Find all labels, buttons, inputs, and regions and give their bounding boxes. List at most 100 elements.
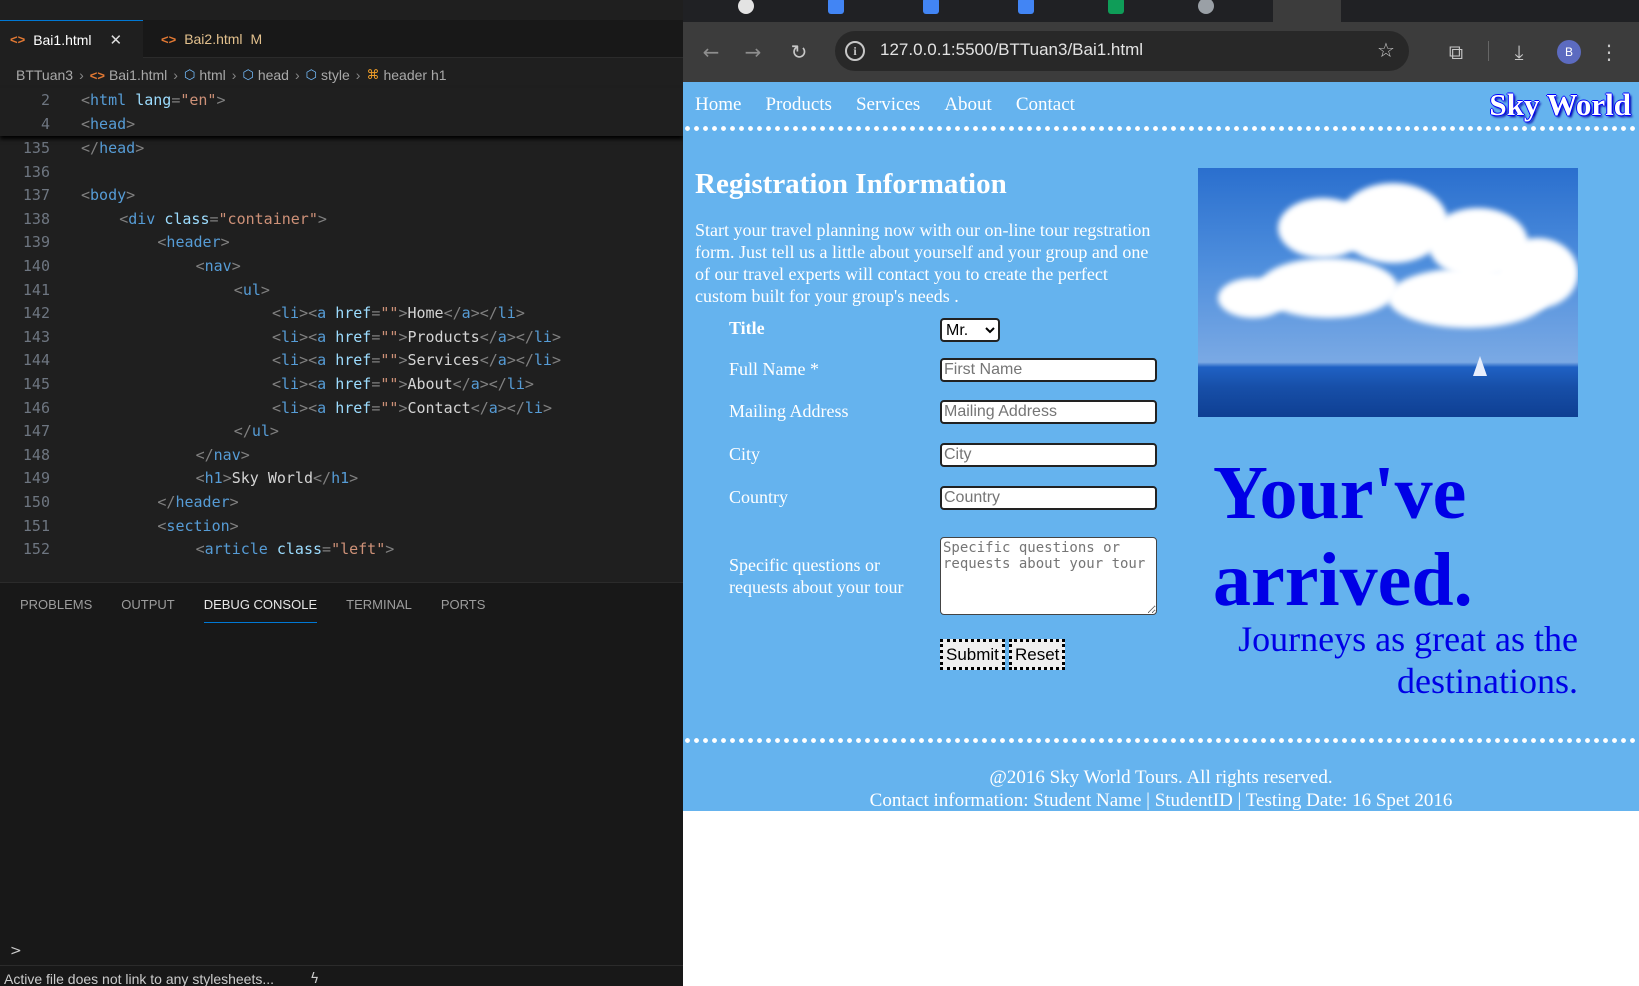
code-editor[interactable]: 135 </head> 136 137 <body> 138 <div class="con… bbox=[0, 133, 683, 579]
line-content: <header> bbox=[157, 233, 230, 252]
line-number: 148 bbox=[22, 445, 50, 464]
code-line[interactable]: 145 <li><a href="">About</a></li> bbox=[0, 373, 683, 397]
address-bar[interactable]: i 127.0.0.1:5500/BTTuan3/Bai1.html ☆ bbox=[835, 31, 1409, 71]
line-content: </ul> bbox=[233, 422, 279, 441]
selector-icon: ⌘ bbox=[366, 67, 380, 82]
code-line[interactable]: 152 <article class="left"> bbox=[0, 538, 683, 562]
breadcrumb-item[interactable]: ⬡ head bbox=[242, 67, 289, 83]
forward-icon[interactable]: → bbox=[739, 38, 767, 66]
line-number: 136 bbox=[22, 162, 50, 181]
back-icon[interactable]: ← bbox=[697, 38, 725, 66]
more-menu-icon[interactable]: ⋮ bbox=[1595, 38, 1623, 66]
sticky-scroll[interactable]: 2 <html lang="en"> 4 <head> bbox=[0, 88, 683, 136]
nav-link-home[interactable]: Home bbox=[695, 94, 741, 116]
code-line[interactable]: 143 <li><a href="">Products</a></li> bbox=[0, 326, 683, 350]
info-icon[interactable]: i bbox=[845, 41, 865, 61]
code-line[interactable]: 137 <body> bbox=[0, 184, 683, 208]
code-line[interactable]: 135 </head> bbox=[0, 137, 683, 161]
code-line[interactable]: 150 </header> bbox=[0, 491, 683, 515]
breadcrumb-item[interactable]: <> Bai1.html bbox=[90, 67, 168, 83]
active-browser-tab[interactable] bbox=[1273, 0, 1341, 22]
panel-tabs: PROBLEMS OUTPUT DEBUG CONSOLE TERMINAL PORTS bbox=[0, 595, 494, 625]
country-input[interactable] bbox=[940, 486, 1157, 510]
tab-bai1[interactable]: <> Bai1.html ✕ bbox=[0, 20, 143, 58]
line-content: </nav> bbox=[195, 445, 250, 464]
line-number: 143 bbox=[22, 327, 50, 346]
sailboat-shape bbox=[1473, 356, 1487, 376]
code-line[interactable]: 138 <div class="container"> bbox=[0, 208, 683, 232]
panel-tab[interactable]: OUTPUT bbox=[121, 595, 174, 623]
chevron-right-icon: › bbox=[231, 67, 237, 83]
lightning-icon[interactable]: ϟ bbox=[310, 971, 319, 986]
code-line[interactable]: 4 <head> bbox=[0, 113, 683, 137]
browser-tab[interactable] bbox=[923, 0, 947, 21]
panel-tab[interactable]: PORTS bbox=[441, 595, 486, 623]
html-file-icon: <> bbox=[89, 67, 105, 83]
docs-icon bbox=[1018, 0, 1034, 14]
tab-favicon-icon bbox=[1198, 0, 1214, 14]
menu-bar[interactable] bbox=[0, 0, 683, 10]
breadcrumb-label: header h1 bbox=[383, 67, 447, 83]
browser-tab[interactable] bbox=[738, 0, 762, 21]
code-line[interactable]: 139 <header> bbox=[0, 231, 683, 255]
extensions-icon[interactable]: ⧉ bbox=[1442, 38, 1470, 66]
download-icon[interactable]: ⤓ bbox=[1505, 38, 1533, 66]
nav-link-products[interactable]: Products bbox=[765, 94, 832, 116]
breadcrumb-item[interactable]: ⌘ header h1 bbox=[366, 67, 446, 83]
code-line[interactable]: 151 <section> bbox=[0, 515, 683, 539]
breadcrumb-label: style bbox=[321, 67, 350, 83]
url-text[interactable]: 127.0.0.1:5500/BTTuan3/Bai1.html bbox=[880, 40, 1143, 60]
code-line[interactable]: 142 <li><a href="">Home</a></li> bbox=[0, 302, 683, 326]
tab-strip bbox=[683, 0, 1639, 22]
code-line[interactable]: 136 bbox=[0, 161, 683, 185]
reload-icon[interactable]: ↻ bbox=[785, 38, 813, 66]
browser-tab[interactable] bbox=[1198, 0, 1222, 21]
browser-tab[interactable] bbox=[828, 0, 852, 21]
code-line[interactable]: 148 </nav> bbox=[0, 444, 683, 468]
code-line[interactable]: 146 <li><a href="">Contact</a></li> bbox=[0, 397, 683, 421]
panel-tab[interactable]: PROBLEMS bbox=[20, 595, 92, 623]
line-content: <li><a href="">Services</a></li> bbox=[272, 351, 561, 370]
line-number: 147 bbox=[22, 422, 50, 441]
code-line[interactable]: 144 <li><a href="">Services</a></li> bbox=[0, 349, 683, 373]
line-content: <head> bbox=[81, 114, 136, 133]
city-input[interactable] bbox=[940, 443, 1157, 467]
line-content: <article class="left"> bbox=[195, 540, 395, 559]
first-name-input[interactable] bbox=[940, 358, 1157, 382]
status-message: Active file does not link to any stylesh… bbox=[4, 971, 275, 986]
nav-link-contact[interactable]: Contact bbox=[1016, 94, 1075, 116]
questions-textarea[interactable] bbox=[940, 537, 1157, 615]
line-content: <li><a href="">Contact</a></li> bbox=[272, 398, 552, 417]
nav-link-about[interactable]: About bbox=[944, 94, 992, 116]
code-line[interactable]: 147 </ul> bbox=[0, 420, 683, 444]
browser-tab[interactable] bbox=[1108, 0, 1132, 21]
mailing-address-input[interactable] bbox=[940, 400, 1157, 424]
code-line[interactable]: 141 <ul> bbox=[0, 279, 683, 303]
site-footer: @2016 Sky World Tours. All rights reserv… bbox=[683, 766, 1639, 811]
console-prompt[interactable]: > bbox=[10, 943, 22, 959]
submit-button[interactable]: Submit bbox=[940, 639, 1005, 670]
breadcrumb: BTTuan3 › <> Bai1.html › ⬡ html › ⬡ head › … bbox=[0, 62, 683, 88]
tab-favicon-icon bbox=[923, 0, 939, 14]
browser-tab[interactable] bbox=[1018, 0, 1042, 21]
tab-bai2[interactable]: <> Bai2.html M bbox=[151, 20, 291, 58]
chevron-right-icon: › bbox=[355, 67, 361, 83]
code-line[interactable]: 149 <h1>Sky World</h1> bbox=[0, 467, 683, 491]
panel-tab[interactable]: TERMINAL bbox=[346, 595, 412, 623]
panel-tab[interactable]: DEBUG CONSOLE bbox=[203, 595, 318, 623]
bookmark-star-icon[interactable]: ☆ bbox=[1377, 38, 1395, 62]
breadcrumb-item[interactable]: ⬡ html bbox=[184, 67, 226, 83]
breadcrumb-item[interactable]: ⬡ style bbox=[306, 67, 350, 83]
line-number: 141 bbox=[22, 280, 50, 299]
code-line[interactable]: 2 <html lang="en"> bbox=[0, 89, 683, 113]
code-line[interactable]: 140 <nav> bbox=[0, 255, 683, 279]
breadcrumb-item[interactable]: BTTuan3 bbox=[16, 67, 73, 83]
sheets-icon bbox=[1108, 0, 1124, 14]
nav-link-services[interactable]: Services bbox=[856, 94, 920, 116]
reset-button[interactable]: Reset bbox=[1009, 639, 1066, 670]
title-select[interactable]: Mr. bbox=[940, 318, 1000, 342]
html-file-icon: <> bbox=[161, 31, 177, 47]
close-icon[interactable]: ✕ bbox=[110, 31, 123, 49]
profile-avatar[interactable]: B bbox=[1557, 40, 1581, 64]
site-nav: Home Products Services About Contact bbox=[695, 94, 1099, 116]
